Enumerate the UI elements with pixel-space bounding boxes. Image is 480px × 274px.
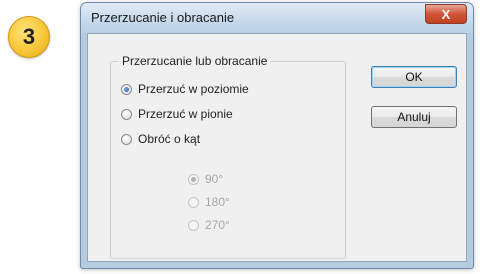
dialog-client-area: Przerzucanie lub obracanie Przerzuć w po…	[87, 33, 467, 262]
radio-button[interactable]	[121, 108, 132, 120]
step-number: 3	[22, 24, 36, 49]
flip-rotate-group: Przerzucanie lub obracanie Przerzuć w po…	[110, 54, 346, 259]
radio-label: 270°	[205, 218, 230, 232]
dialog-window: Przerzucanie i obracanie X Przerzucanie …	[80, 2, 474, 269]
radio-angle-180[interactable]: 180°	[188, 195, 230, 209]
close-button[interactable]: X	[425, 4, 467, 24]
radio-button-checked[interactable]	[121, 83, 132, 95]
radio-button-disabled[interactable]	[188, 196, 199, 208]
radio-label: Przerzuć w poziomie	[138, 82, 249, 96]
radio-angle-90[interactable]: 90°	[188, 172, 223, 186]
title-bar[interactable]: Przerzucanie i obracanie X	[81, 3, 473, 33]
dialog-title: Przerzucanie i obracanie	[91, 10, 235, 25]
radio-flip-vertical[interactable]: Przerzuć w pionie	[121, 107, 233, 121]
step-number-badge: 3	[8, 16, 50, 58]
radio-angle-270[interactable]: 270°	[188, 218, 230, 232]
cancel-button[interactable]: Anuluj	[371, 106, 457, 128]
radio-label: Przerzuć w pionie	[138, 107, 233, 121]
radio-button[interactable]	[121, 133, 132, 145]
radio-label: 90°	[205, 172, 224, 186]
ok-button[interactable]: OK	[371, 66, 457, 88]
radio-label: 180°	[205, 195, 230, 209]
radio-flip-horizontal[interactable]: Przerzuć w poziomie	[121, 82, 249, 96]
radio-rotate-by-angle[interactable]: Obróć o kąt	[121, 132, 200, 146]
radio-label: Obróć o kąt	[138, 132, 201, 146]
radio-button-checked-disabled[interactable]	[188, 173, 199, 185]
radio-button-disabled[interactable]	[188, 219, 199, 231]
close-icon: X	[441, 6, 451, 22]
group-label: Przerzucanie lub obracanie	[119, 54, 271, 68]
